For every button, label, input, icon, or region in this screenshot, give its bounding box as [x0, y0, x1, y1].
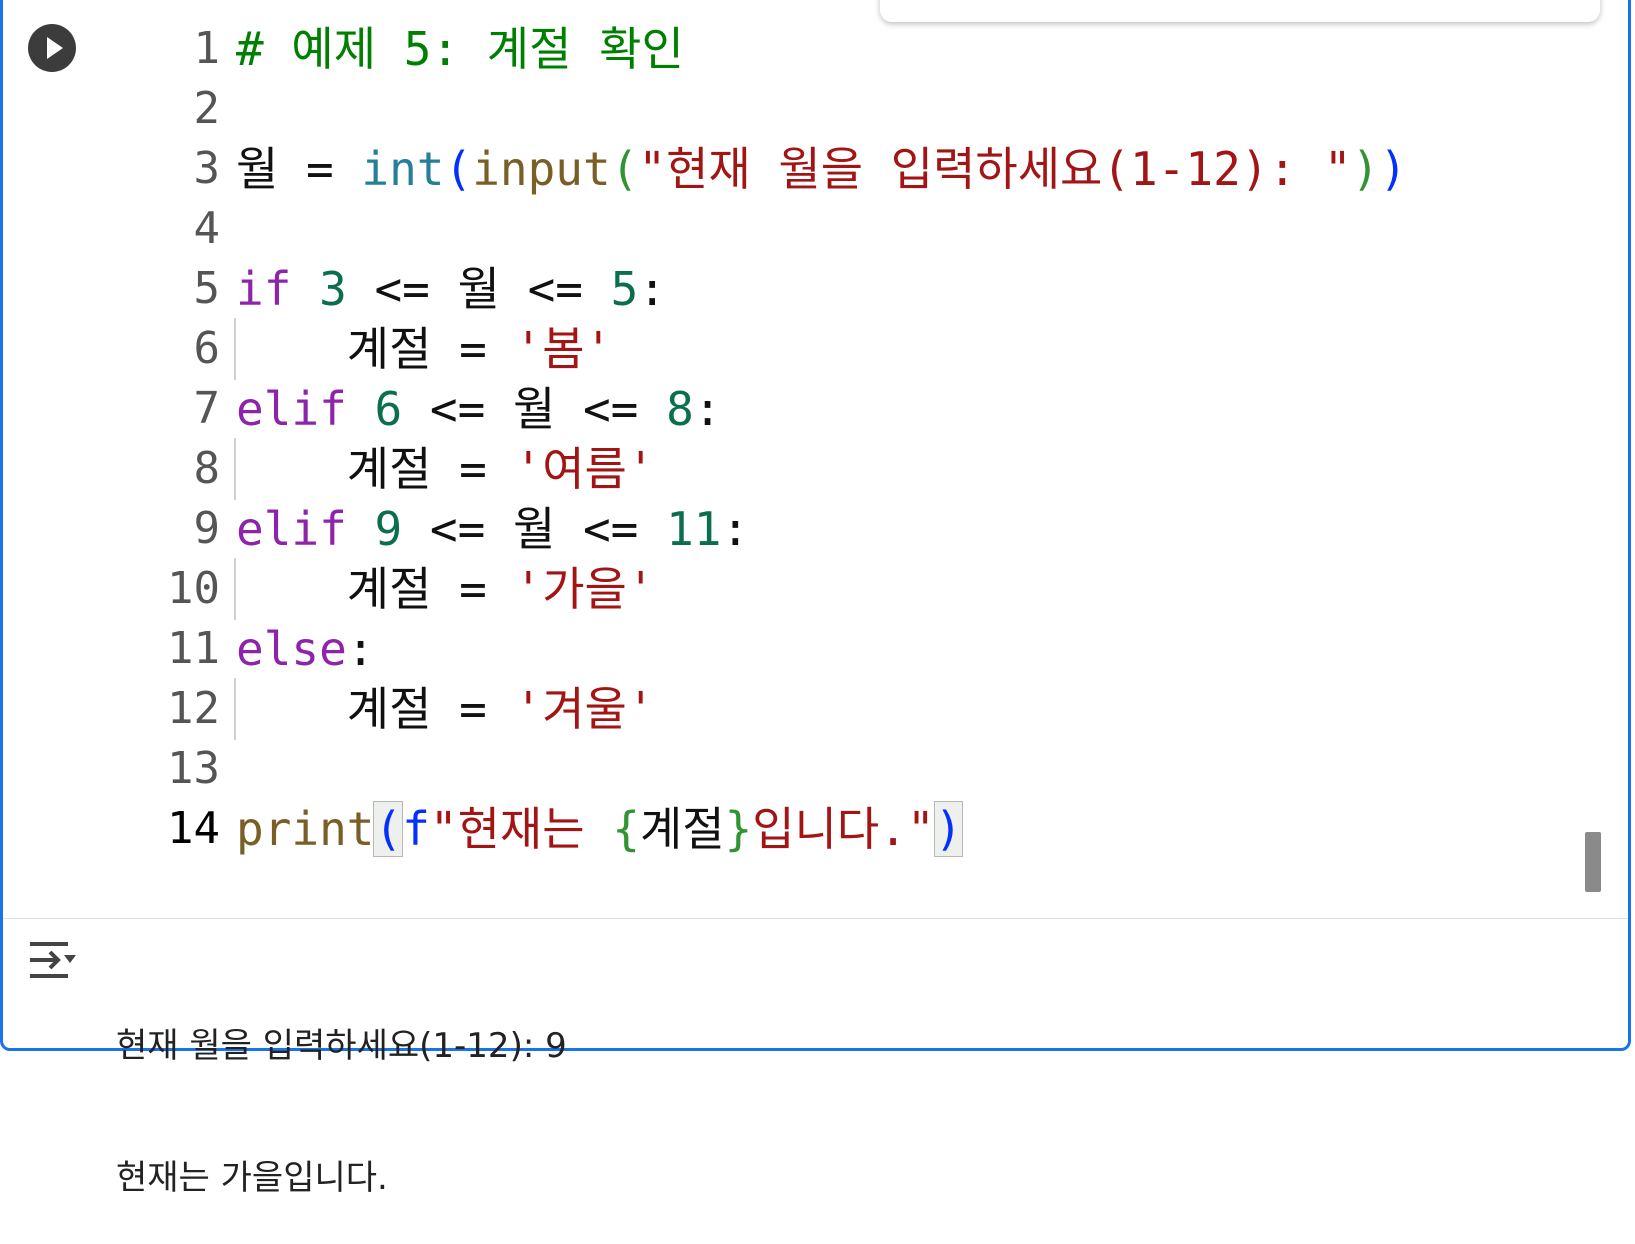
line-number: 4: [193, 203, 221, 254]
code-text: 계절 = '여름': [236, 438, 655, 500]
code-token: ): [1379, 142, 1408, 196]
output-line: 현재는 가을입니다.: [116, 1158, 388, 1198]
output-toggle-icon[interactable]: [28, 938, 78, 984]
code-token: }: [724, 802, 753, 856]
code-token: 계절 =: [236, 442, 515, 496]
code-token: print: [236, 802, 375, 856]
code-token: "현재는: [429, 802, 613, 856]
output-divider: [3, 918, 1628, 919]
code-text: elif 6 <= 월 <= 8:: [236, 378, 721, 440]
code-text: else:: [236, 618, 374, 680]
code-line[interactable]: 11 else:: [0, 618, 1600, 680]
code-line[interactable]: 8 계절 = '여름': [0, 438, 1600, 500]
code-line[interactable]: 4: [0, 198, 1600, 260]
code-line[interactable]: 13: [0, 738, 1600, 800]
code-text: 계절 = '겨울': [236, 678, 655, 740]
code-line[interactable]: 9 elif 9 <= 월 <= 11:: [0, 498, 1600, 560]
code-line[interactable]: 10 계절 = '가을': [0, 558, 1600, 620]
output-line: 현재 월을 입력하세요(1-12): 9: [116, 1026, 567, 1066]
code-token: input: [472, 142, 611, 196]
line-number: 11: [167, 623, 220, 674]
code-token: (: [610, 142, 639, 196]
cell-toolbar: [880, 0, 1600, 22]
code-token: 11: [666, 502, 722, 556]
code-text: 계절 = '봄': [236, 318, 612, 380]
play-icon: [47, 37, 63, 59]
code-token: f: [402, 802, 430, 856]
line-number: 13: [167, 743, 220, 794]
code-token: # 예제 5: 계절 확인: [236, 22, 684, 76]
code-token: elif: [236, 502, 347, 556]
code-token: else: [236, 622, 347, 676]
code-line[interactable]: 5 if 3 <= 월 <= 5:: [0, 258, 1600, 320]
line-number: 1: [193, 23, 221, 74]
code-token: (: [373, 801, 404, 857]
code-token: 입니다.": [752, 802, 935, 856]
code-token: ): [933, 801, 964, 857]
code-text: print(f"현재는 {계절}입니다."): [236, 798, 964, 860]
line-number: 12: [167, 683, 220, 734]
code-token: (: [444, 142, 473, 196]
code-token: :: [638, 262, 667, 316]
line-number: 10: [167, 563, 220, 614]
line-number: 2: [193, 83, 221, 134]
code-token: 계절 =: [236, 562, 515, 616]
code-token: '가을': [514, 562, 655, 616]
scrollbar-thumb[interactable]: [1585, 832, 1601, 892]
code-token: 계절 =: [236, 322, 515, 376]
code-token: <= 월 <=: [402, 502, 667, 556]
line-number: 14: [167, 803, 220, 854]
code-token: 계절: [639, 802, 725, 856]
code-token: '봄': [514, 322, 613, 376]
code-token: '여름': [514, 442, 655, 496]
line-number: 5: [193, 263, 221, 314]
code-token: :: [346, 622, 375, 676]
code-line[interactable]: 14 print(f"현재는 {계절}입니다."): [0, 798, 1600, 860]
line-number: 9: [193, 503, 221, 554]
code-token: 8: [666, 382, 694, 436]
code-token: 월 =: [236, 142, 362, 196]
code-text: # 예제 5: 계절 확인: [236, 18, 684, 80]
code-token: {: [612, 802, 640, 856]
code-token: ): [1351, 142, 1380, 196]
code-token: <= 월 <=: [346, 262, 611, 316]
line-number: 6: [193, 323, 221, 374]
line-number: 3: [193, 143, 221, 194]
code-token: elif: [236, 382, 347, 436]
code-token: 9: [374, 502, 403, 556]
code-token: '겨울': [514, 682, 655, 736]
cell-output: 현재 월을 입력하세요(1-12): 9 현재는 가을입니다.: [116, 936, 567, 1244]
line-number: 8: [193, 443, 221, 494]
code-token: 5: [610, 262, 639, 316]
code-token: :: [693, 382, 722, 436]
code-line[interactable]: 2: [0, 78, 1600, 140]
code-line[interactable]: 6 계절 = '봄': [0, 318, 1600, 380]
code-token: <= 월 <=: [402, 382, 667, 436]
code-token: "현재 월을 입력하세요(1-12): ": [638, 142, 1352, 196]
code-text: if 3 <= 월 <= 5:: [236, 258, 666, 320]
code-token: 6: [374, 382, 403, 436]
code-line[interactable]: 3월 = int(input("현재 월을 입력하세요(1-12): ")): [0, 138, 1600, 200]
code-line[interactable]: 1 # 예제 5: 계절 확인: [0, 18, 1600, 80]
code-text: elif 9 <= 월 <= 11:: [236, 498, 749, 560]
line-number: 7: [193, 383, 221, 434]
code-token: int: [361, 142, 445, 196]
code-token: if: [236, 262, 292, 316]
code-token: :: [721, 502, 750, 556]
code-text: 계절 = '가을': [236, 558, 655, 620]
run-cell-button[interactable]: [28, 24, 76, 72]
code-line[interactable]: 12 계절 = '겨울': [0, 678, 1600, 740]
code-line[interactable]: 7 elif 6 <= 월 <= 8:: [0, 378, 1600, 440]
code-token: 3: [319, 262, 347, 316]
code-text: 월 = int(input("현재 월을 입력하세요(1-12): ")): [236, 138, 1407, 200]
code-token: 계절 =: [236, 682, 515, 736]
